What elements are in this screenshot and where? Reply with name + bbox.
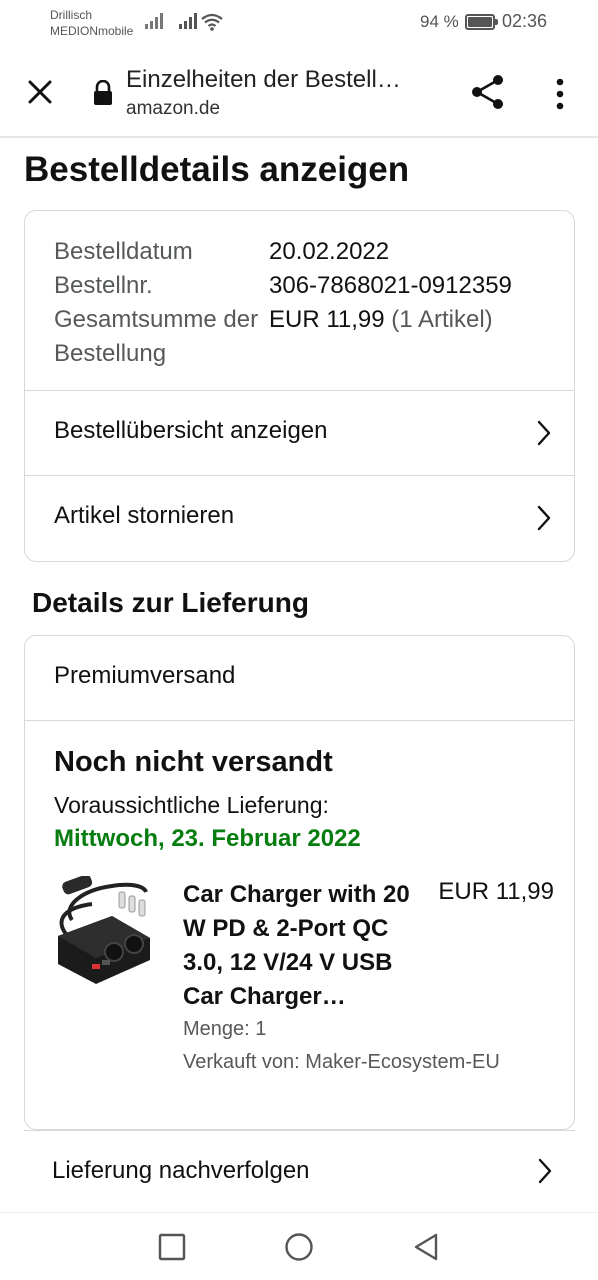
battery-percent: 94 % — [420, 12, 459, 31]
carrier-info: Drillisch MEDIONmobile — [50, 7, 133, 39]
order-total-value: EUR 11,99 (1 Artikel) — [269, 303, 493, 371]
chevron-right-icon — [537, 420, 551, 446]
order-date-label: Bestelldatum — [54, 238, 193, 265]
order-total-label: Gesamtsumme der Bestellung — [54, 306, 259, 367]
back-icon[interactable] — [410, 1231, 442, 1263]
cancel-items-link[interactable]: Artikel stornieren — [25, 475, 574, 560]
close-icon[interactable] — [22, 74, 58, 110]
chevron-right-icon — [537, 505, 551, 531]
recent-apps-icon[interactable] — [156, 1231, 188, 1263]
more-vert-icon[interactable] — [546, 74, 574, 114]
shipment-status: Noch nicht versandt — [54, 746, 333, 778]
track-delivery-label: Lieferung nachverfolgen — [52, 1157, 310, 1184]
chevron-right-icon — [538, 1158, 552, 1184]
browser-page-title: Einzelheiten der Bestell… — [126, 66, 401, 93]
battery-icon — [465, 14, 498, 30]
order-date-row: Bestelldatum 20.02.2022 — [54, 235, 512, 269]
carrier-network: MEDIONmobile — [50, 24, 134, 38]
track-delivery-link[interactable]: Lieferung nachverfolgen — [24, 1130, 575, 1212]
home-icon[interactable] — [283, 1231, 315, 1263]
order-info: Bestelldatum 20.02.2022 Bestellnr. 306-7… — [54, 235, 512, 371]
delivery-card: Premiumversand Noch nicht versandt Vorau… — [24, 635, 575, 1130]
cancel-items-label: Artikel stornieren — [54, 502, 235, 529]
product-quantity: Menge: 1 — [183, 1018, 267, 1040]
share-icon[interactable] — [468, 72, 508, 112]
page-title: Bestelldetails anzeigen — [24, 150, 410, 189]
expected-delivery-date: Mittwoch, 23. Februar 2022 — [54, 825, 361, 852]
order-total-row: Gesamtsumme der Bestellung EUR 11,99 (1 … — [54, 303, 512, 371]
lock-icon — [94, 80, 112, 105]
browser-url[interactable]: amazon.de — [126, 98, 220, 120]
product-image[interactable] — [52, 876, 154, 986]
view-order-summary-label: Bestellübersicht anzeigen — [54, 417, 328, 444]
order-number-row: Bestellnr. 306-7868021-0912359 — [54, 269, 512, 303]
order-total-amount: EUR 11,99 — [269, 306, 385, 333]
order-number-label: Bestellnr. — [54, 272, 153, 299]
clock: 02:36 — [502, 11, 548, 31]
system-nav-bar — [0, 1212, 598, 1280]
order-summary-card: Bestelldatum 20.02.2022 Bestellnr. 306-7… — [24, 210, 575, 562]
product-seller: Verkauft von: Maker-Ecosystem-EU — [183, 1051, 500, 1073]
shipping-method: Premiumversand — [54, 662, 236, 689]
delivery-section-title: Details zur Lieferung — [32, 587, 309, 618]
expected-delivery-label: Voraussichtliche Lieferung: — [54, 792, 329, 818]
view-order-summary-link[interactable]: Bestellübersicht anzeigen — [25, 390, 574, 475]
browser-toolbar: Einzelheiten der Bestell… amazon.de — [0, 48, 598, 138]
signal-icon — [145, 13, 163, 29]
divider — [25, 720, 574, 721]
carrier-name: Drillisch — [50, 8, 92, 22]
order-number-value: 306-7868021-0912359 — [269, 272, 512, 299]
signal-icon-2 — [179, 13, 197, 29]
status-bar: Drillisch MEDIONmobile 94 % 02:36 — [0, 0, 598, 48]
product-name[interactable]: Car Charger with 20 W PD & 2-Port QC 3.0… — [183, 878, 413, 1014]
product-price: EUR 11,99 — [438, 878, 554, 905]
wifi-icon — [201, 13, 223, 31]
order-item-count: (1 Artikel) — [391, 306, 493, 333]
order-date-value: 20.02.2022 — [269, 238, 390, 265]
